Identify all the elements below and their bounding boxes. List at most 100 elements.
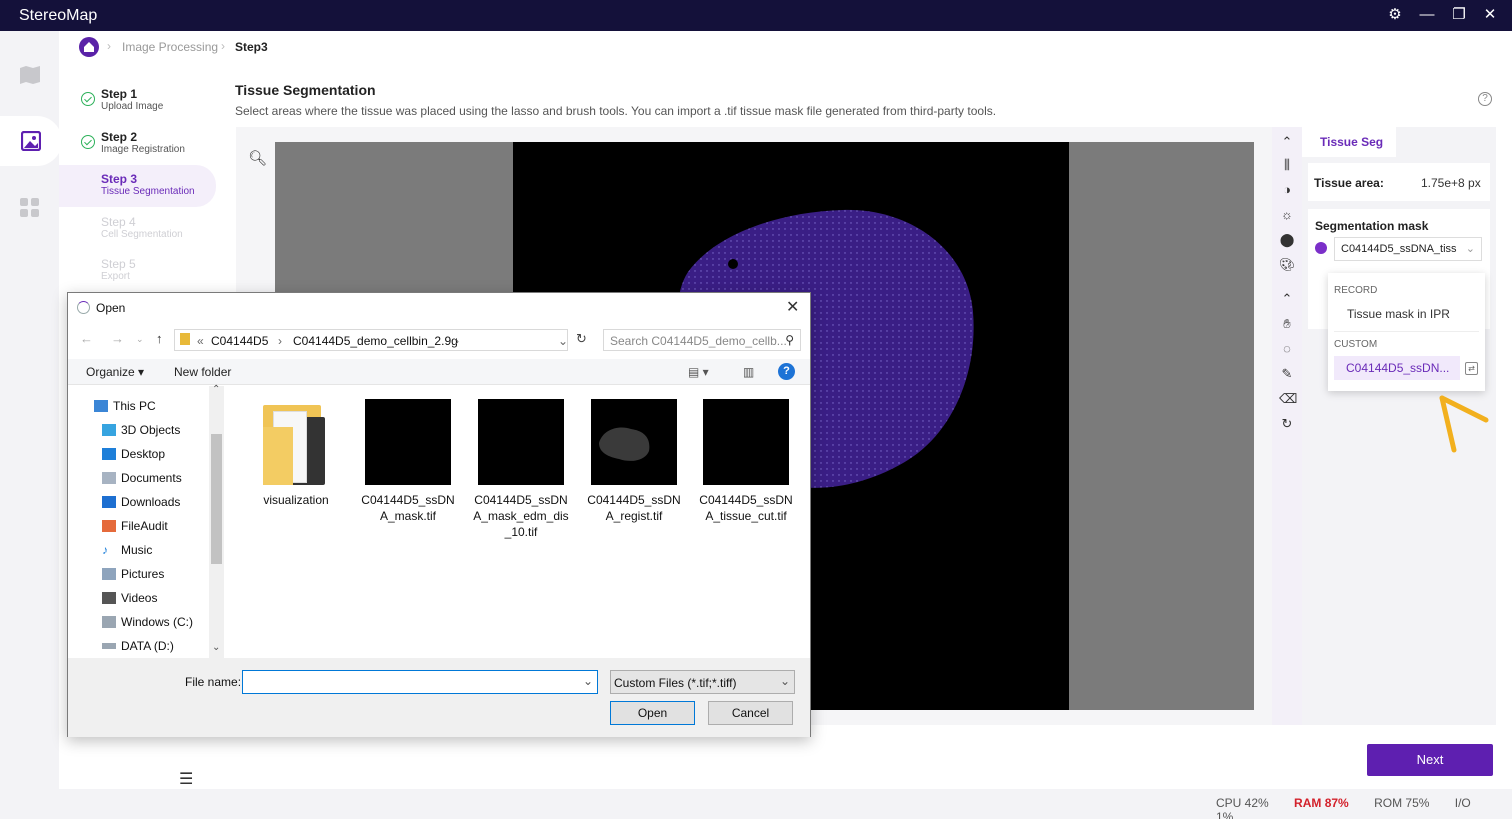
tree-item-data-d[interactable]: DATA (D:): [102, 639, 174, 653]
rail-map-icon[interactable]: [0, 50, 59, 100]
mask-dropdown: RECORD Tissue mask in IPR CUSTOM C04144D…: [1328, 273, 1485, 391]
cancel-button[interactable]: Cancel: [708, 701, 793, 725]
settings-icon[interactable]: ⚙: [1386, 6, 1404, 24]
eraser-icon[interactable]: ⌫: [1279, 391, 1297, 407]
tissue-area-card: Tissue area: 1.75e+8 px: [1308, 163, 1490, 201]
step-subtitle: Tissue Segmentation: [101, 186, 195, 197]
tree-label: FileAudit: [121, 519, 168, 533]
left-rail: [0, 31, 62, 819]
file-name: C04144D5_ssDNA_regist.tif: [587, 493, 681, 523]
layers-icon[interactable]: ⬤: [1279, 232, 1295, 248]
dialog-close-icon[interactable]: ✕: [786, 297, 799, 317]
tree-item-music[interactable]: ♪ Music: [102, 543, 152, 557]
close-icon[interactable]: ✕: [1481, 6, 1499, 24]
up-folder-icon[interactable]: ↑: [156, 331, 163, 346]
palette-icon[interactable]: 🎨︎: [1279, 257, 1296, 273]
breadcrumb-image-processing[interactable]: Image Processing: [122, 40, 218, 54]
chevron-down-icon[interactable]: ⌄: [583, 674, 593, 688]
lasso-icon[interactable]: ◌: [1279, 341, 1295, 357]
step-2[interactable]: Step 2 Image Registration: [59, 123, 216, 165]
file-type-value: Custom Files (*.tif;*.tiff): [614, 676, 737, 690]
tree-item-videos[interactable]: Videos: [102, 591, 157, 605]
image-thumbnail: [703, 399, 789, 485]
split-view-icon[interactable]: ⫼: [1279, 157, 1295, 173]
search-input[interactable]: Search C04144D5_demo_cellb... ⚲: [603, 329, 801, 351]
image-thumbnail: [591, 399, 677, 485]
step-3[interactable]: Step 3 Tissue Segmentation: [59, 165, 216, 207]
app-title: StereoMap: [19, 7, 98, 24]
new-folder-button[interactable]: New folder: [174, 365, 231, 379]
view-options-icon[interactable]: ▤ ▾: [688, 365, 709, 379]
zoom-icon[interactable]: 🔍︎: [248, 149, 267, 167]
hand-pan-icon[interactable]: ✋︎: [1279, 316, 1295, 332]
mask-color-dot[interactable]: [1315, 242, 1327, 254]
tree-item-this-pc[interactable]: This PC: [94, 399, 156, 413]
tree-item-fileaudit[interactable]: FileAudit: [102, 519, 168, 533]
chevron-right-icon: ›: [107, 39, 111, 53]
step-subtitle: Upload Image: [101, 101, 164, 112]
address-bar[interactable]: « C04144D5 › C04144D5_demo_cellbin_2.9g …: [174, 329, 568, 351]
file-grid: visualization C04144D5_ssDNA_mask.tif C0…: [225, 386, 810, 658]
divider: [1334, 331, 1479, 332]
mask-select[interactable]: C04144D5_ssDNA_tiss ⌄: [1334, 237, 1482, 261]
back-icon[interactable]: ←: [80, 331, 93, 346]
tree-label: Desktop: [121, 447, 166, 461]
nav-row: ← → ⌄ ↑ « C04144D5 › C04144D5_demo_cellb…: [68, 325, 810, 353]
path-segment[interactable]: C04144D5_demo_cellbin_2.9g: [293, 334, 458, 348]
recent-dropdown-icon[interactable]: ⌄: [136, 334, 144, 345]
file-name-input[interactable]: ⌄: [242, 670, 598, 694]
dialog-footer: File name: ⌄ Custom Files (*.tif;*.tiff)…: [68, 658, 810, 737]
preview-pane-icon[interactable]: ▥: [743, 365, 754, 379]
dropdown-item-custom-mask[interactable]: C04144D5_ssDN...: [1334, 356, 1460, 380]
refresh-icon[interactable]: ↻: [576, 331, 587, 347]
next-button[interactable]: Next: [1367, 744, 1493, 776]
tree-item-pictures[interactable]: Pictures: [102, 567, 164, 581]
tree-item-windows-c[interactable]: Windows (C:): [102, 615, 193, 629]
file-type-select[interactable]: Custom Files (*.tif;*.tiff) ⌄: [610, 670, 795, 694]
cube-icon: [102, 424, 116, 436]
tree-item-desktop[interactable]: Desktop: [102, 447, 165, 461]
collapse-up-icon[interactable]: ⌃: [1279, 134, 1295, 150]
restore-icon[interactable]: ❐: [1450, 6, 1468, 24]
download-icon: [102, 496, 116, 508]
reset-icon[interactable]: ↻: [1279, 416, 1295, 432]
step-1[interactable]: Step 1 Upload Image: [59, 80, 216, 122]
tree-scrollbar[interactable]: ⌃ ⌄: [209, 384, 224, 658]
forward-icon[interactable]: →: [111, 331, 124, 346]
help-icon[interactable]: ?: [778, 363, 795, 380]
rail-apps-icon[interactable]: [0, 183, 59, 233]
collapse-up-icon[interactable]: ⌃: [1279, 291, 1295, 307]
tree-item-downloads[interactable]: Downloads: [102, 495, 180, 509]
tree-item-documents[interactable]: Documents: [102, 471, 182, 485]
help-icon[interactable]: ?: [1478, 92, 1492, 106]
chevron-right-icon: ›: [455, 334, 459, 348]
minimize-icon[interactable]: —: [1418, 6, 1436, 24]
tree-label: Downloads: [121, 495, 181, 509]
organize-button[interactable]: Organize ▾: [86, 365, 144, 379]
mask-select-value: C04144D5_ssDNA_tiss: [1341, 243, 1457, 255]
music-icon: ♪: [102, 543, 108, 557]
collapse-menu-icon[interactable]: ☰: [179, 769, 193, 789]
overflow-icon: «: [197, 334, 204, 348]
step-title: Step 2: [101, 130, 138, 144]
chevron-down-icon[interactable]: ⌄: [558, 334, 568, 348]
image-thumbnail: [478, 399, 564, 485]
desktop-icon: [102, 448, 116, 460]
brush-icon[interactable]: ✎: [1279, 366, 1295, 382]
tree-item-3d-objects[interactable]: 3D Objects: [102, 423, 180, 437]
tab-tissue-seg[interactable]: Tissue Seg: [1302, 127, 1396, 157]
tree-label: DATA (D:): [121, 639, 174, 653]
contrast-icon[interactable]: ◑: [1279, 182, 1295, 198]
step-title: Step 1: [101, 87, 138, 101]
replace-file-icon[interactable]: ⇄: [1465, 362, 1478, 375]
path-segment[interactable]: C04144D5: [211, 334, 268, 348]
open-button[interactable]: Open: [610, 701, 695, 725]
dropdown-item-ipr-mask[interactable]: Tissue mask in IPR: [1347, 307, 1450, 321]
scroll-up-icon[interactable]: ⌃: [212, 384, 220, 395]
scroll-down-icon[interactable]: ⌄: [212, 642, 220, 653]
rail-image-processing-icon[interactable]: [0, 116, 62, 166]
home-icon[interactable]: [79, 37, 99, 57]
scrollbar-thumb[interactable]: [211, 434, 222, 564]
brightness-icon[interactable]: ☼: [1279, 207, 1295, 223]
cpu-status: CPU 42%: [1216, 796, 1269, 810]
